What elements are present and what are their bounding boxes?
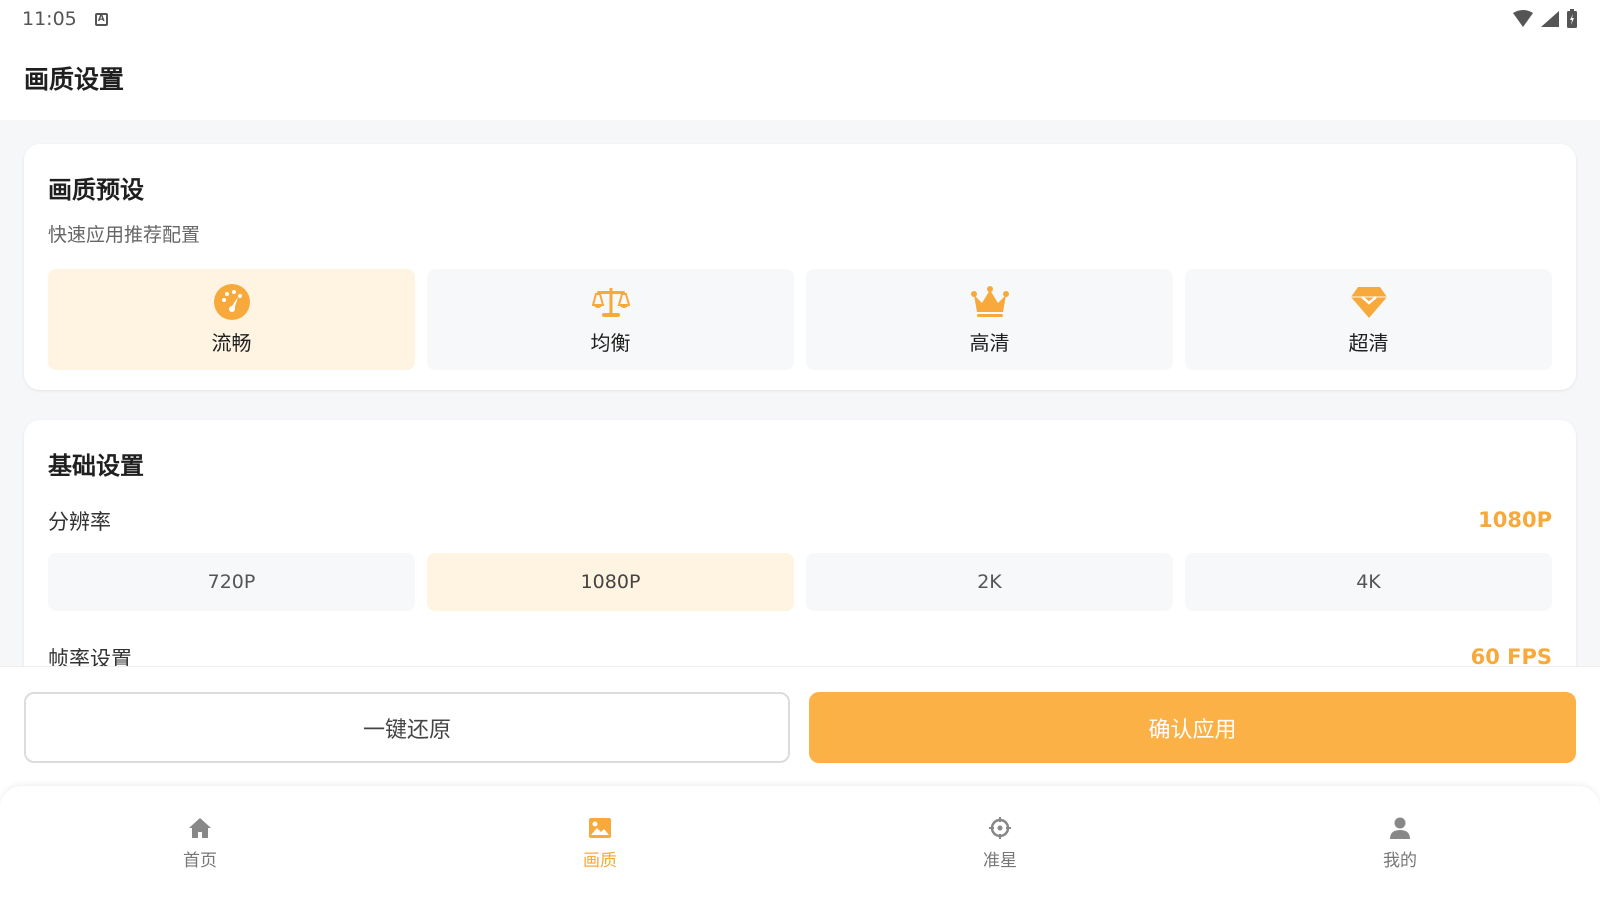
presets-subtitle: 快速应用推荐配置 xyxy=(48,224,201,246)
basic-settings-title: 基础设置 xyxy=(48,452,144,480)
status-bar: 11:05 A xyxy=(0,0,1600,38)
basic-settings-card: 基础设置 分辨率 1080P 720P 1080P 2K 4K 帧率设置 60 … xyxy=(24,420,1576,666)
crosshair-icon xyxy=(989,817,1011,839)
resolution-option-720p[interactable]: 720P xyxy=(48,553,415,611)
user-icon xyxy=(1390,817,1410,839)
preset-label: 流畅 xyxy=(211,331,252,355)
action-bar: 一键还原 确认应用 xyxy=(0,666,1600,786)
page-title: 画质设置 xyxy=(24,65,125,94)
wifi-icon xyxy=(1513,10,1533,27)
preset-label: 超清 xyxy=(1348,331,1389,355)
framerate-value: 60 FPS xyxy=(1470,645,1552,666)
apply-button[interactable]: 确认应用 xyxy=(809,692,1576,763)
preset-ultra-hd-button[interactable]: 超清 xyxy=(1185,269,1552,370)
resolution-option-2k[interactable]: 2K xyxy=(806,553,1173,611)
nav-item-home[interactable]: 首页 xyxy=(0,786,400,900)
battery-icon xyxy=(1567,9,1577,28)
reset-button[interactable]: 一键还原 xyxy=(24,692,790,763)
nav-item-profile[interactable]: 我的 xyxy=(1200,786,1600,900)
preset-balanced-button[interactable]: 均衡 xyxy=(427,269,794,370)
status-time: 11:05 xyxy=(22,8,77,30)
signal-icon xyxy=(1541,11,1559,27)
preset-smooth-button[interactable]: 流畅 xyxy=(48,269,415,370)
notification-icon: A xyxy=(94,12,108,26)
nav-label: 我的 xyxy=(1383,851,1417,871)
resolution-option-1080p[interactable]: 1080P xyxy=(427,553,794,611)
nav-label: 准星 xyxy=(983,851,1017,871)
nav-item-crosshair[interactable]: 准星 xyxy=(800,786,1200,900)
resolution-options: 720P 1080P 2K 4K xyxy=(48,553,1552,611)
crown-icon xyxy=(970,283,1009,321)
preset-label: 高清 xyxy=(969,331,1010,355)
resolution-label: 分辨率 xyxy=(48,510,111,534)
nav-item-quality[interactable]: 画质 xyxy=(400,786,800,900)
settings-content[interactable]: 画质预设 快速应用推荐配置 流畅 均衡 高清 超清 基础设置 分辨率 1080P… xyxy=(0,120,1600,666)
balance-scale-icon xyxy=(591,283,630,321)
quality-presets-card: 画质预设 快速应用推荐配置 流畅 均衡 高清 超清 xyxy=(24,144,1576,390)
preset-options: 流畅 均衡 高清 超清 xyxy=(48,269,1552,370)
home-icon xyxy=(189,818,211,838)
preset-label: 均衡 xyxy=(590,331,631,355)
diamond-icon xyxy=(1350,283,1388,321)
speedometer-icon xyxy=(213,283,251,321)
presets-title: 画质预设 xyxy=(48,176,144,204)
preset-hd-button[interactable]: 高清 xyxy=(806,269,1173,370)
page-header: 画质设置 xyxy=(0,38,1600,120)
nav-label: 画质 xyxy=(583,851,617,871)
resolution-value: 1080P xyxy=(1478,508,1552,532)
framerate-label: 帧率设置 xyxy=(48,647,132,666)
nav-label: 首页 xyxy=(183,851,217,871)
bottom-nav: 首页 画质 准星 我的 xyxy=(0,786,1600,900)
resolution-option-4k[interactable]: 4K xyxy=(1185,553,1552,611)
image-icon xyxy=(589,818,611,838)
